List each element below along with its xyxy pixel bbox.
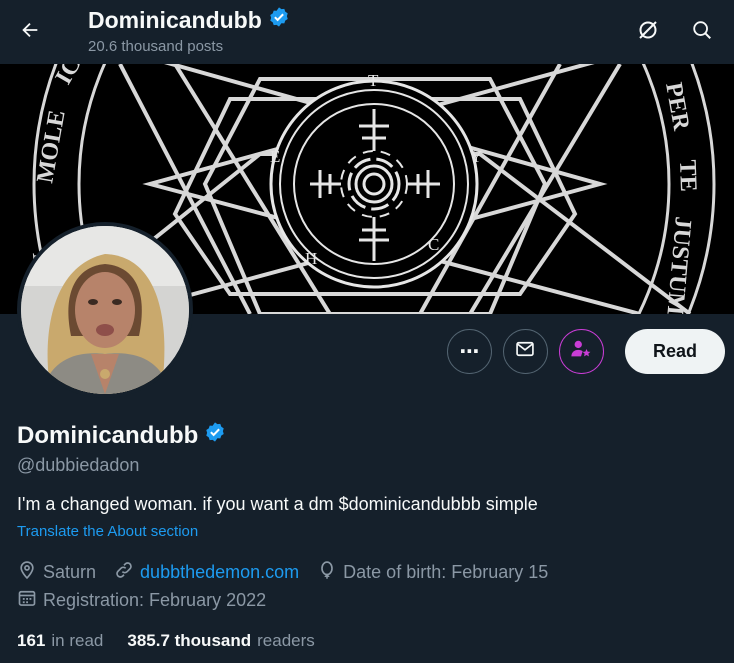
svg-text:IC: IC	[51, 64, 87, 89]
followers-label: readers	[257, 631, 315, 650]
profile-handle: @dubbiedadon	[17, 455, 140, 475]
birth-item: Date of birth: February 15	[317, 560, 548, 585]
more-dots-icon: ⋯	[459, 340, 480, 363]
profile-bio: I'm a changed woman. if you want a dm $d…	[17, 494, 538, 514]
svg-text:PER: PER	[660, 81, 694, 133]
profile-meta-row-2: Registration: February 2022	[17, 588, 284, 613]
svg-text:H: H	[305, 249, 317, 268]
envelope-icon	[515, 339, 535, 364]
grok-button[interactable]	[628, 12, 668, 52]
person-star-icon	[570, 338, 592, 365]
message-button[interactable]	[502, 329, 548, 374]
follow-stats: 161 in read 385.7 thousand readers	[17, 631, 339, 651]
header-title: Dominicandubb	[88, 6, 290, 34]
read-button[interactable]: Read	[624, 329, 725, 374]
profile-name-row: Dominicandubb	[17, 421, 226, 450]
back-button[interactable]	[10, 12, 50, 52]
followers-stat[interactable]: 385.7 thousand readers	[127, 631, 314, 651]
more-button[interactable]: ⋯	[446, 329, 492, 374]
svg-text:MOLE: MOLE	[32, 108, 70, 185]
registration-item: Registration: February 2022	[17, 588, 266, 613]
slash-circle-icon	[636, 18, 660, 47]
website-item: dubbthedemon.com	[114, 560, 299, 585]
calendar-icon	[17, 588, 37, 613]
svg-text:Y: Y	[470, 147, 482, 166]
top-bar: Dominicandubb 20.6 thousand posts	[0, 0, 734, 64]
search-icon	[691, 19, 713, 46]
svg-text:TE: TE	[674, 159, 701, 192]
verified-badge-icon	[268, 6, 290, 34]
svg-text:T: T	[368, 71, 379, 90]
avatar-photo	[21, 226, 189, 394]
location-item: Saturn	[17, 560, 96, 585]
translate-link[interactable]: Translate the About section	[17, 523, 198, 540]
link-icon	[114, 560, 134, 585]
search-button[interactable]	[682, 12, 722, 52]
arrow-left-icon	[19, 19, 41, 46]
balloon-icon	[317, 560, 337, 585]
following-stat[interactable]: 161 in read	[17, 631, 103, 651]
svg-text:E: E	[270, 147, 280, 166]
header-name: Dominicandubb	[88, 6, 262, 33]
followers-count: 385.7 thousand	[127, 631, 252, 650]
profile-actions: ⋯ Read	[446, 329, 725, 374]
registration-text: Registration: February 2022	[43, 590, 267, 610]
location-text: Saturn	[43, 562, 97, 582]
profile-name: Dominicandubb	[17, 421, 199, 449]
following-count: 161	[17, 631, 46, 650]
avatar[interactable]	[17, 222, 193, 398]
svg-text:C: C	[428, 235, 439, 254]
location-pin-icon	[17, 560, 37, 585]
subscribe-button[interactable]	[558, 329, 604, 374]
website-link[interactable]: dubbthedemon.com	[140, 562, 299, 583]
header-title-block: Dominicandubb 20.6 thousand posts	[88, 6, 290, 55]
profile-meta-row-1: Saturn dubbthedemon.com Date of birth: F…	[17, 560, 566, 585]
verified-badge-icon[interactable]	[204, 421, 226, 450]
birth-text: Date of birth: February 15	[343, 562, 549, 582]
post-count: 20.6 thousand posts	[88, 38, 224, 55]
following-label: in read	[51, 631, 104, 650]
